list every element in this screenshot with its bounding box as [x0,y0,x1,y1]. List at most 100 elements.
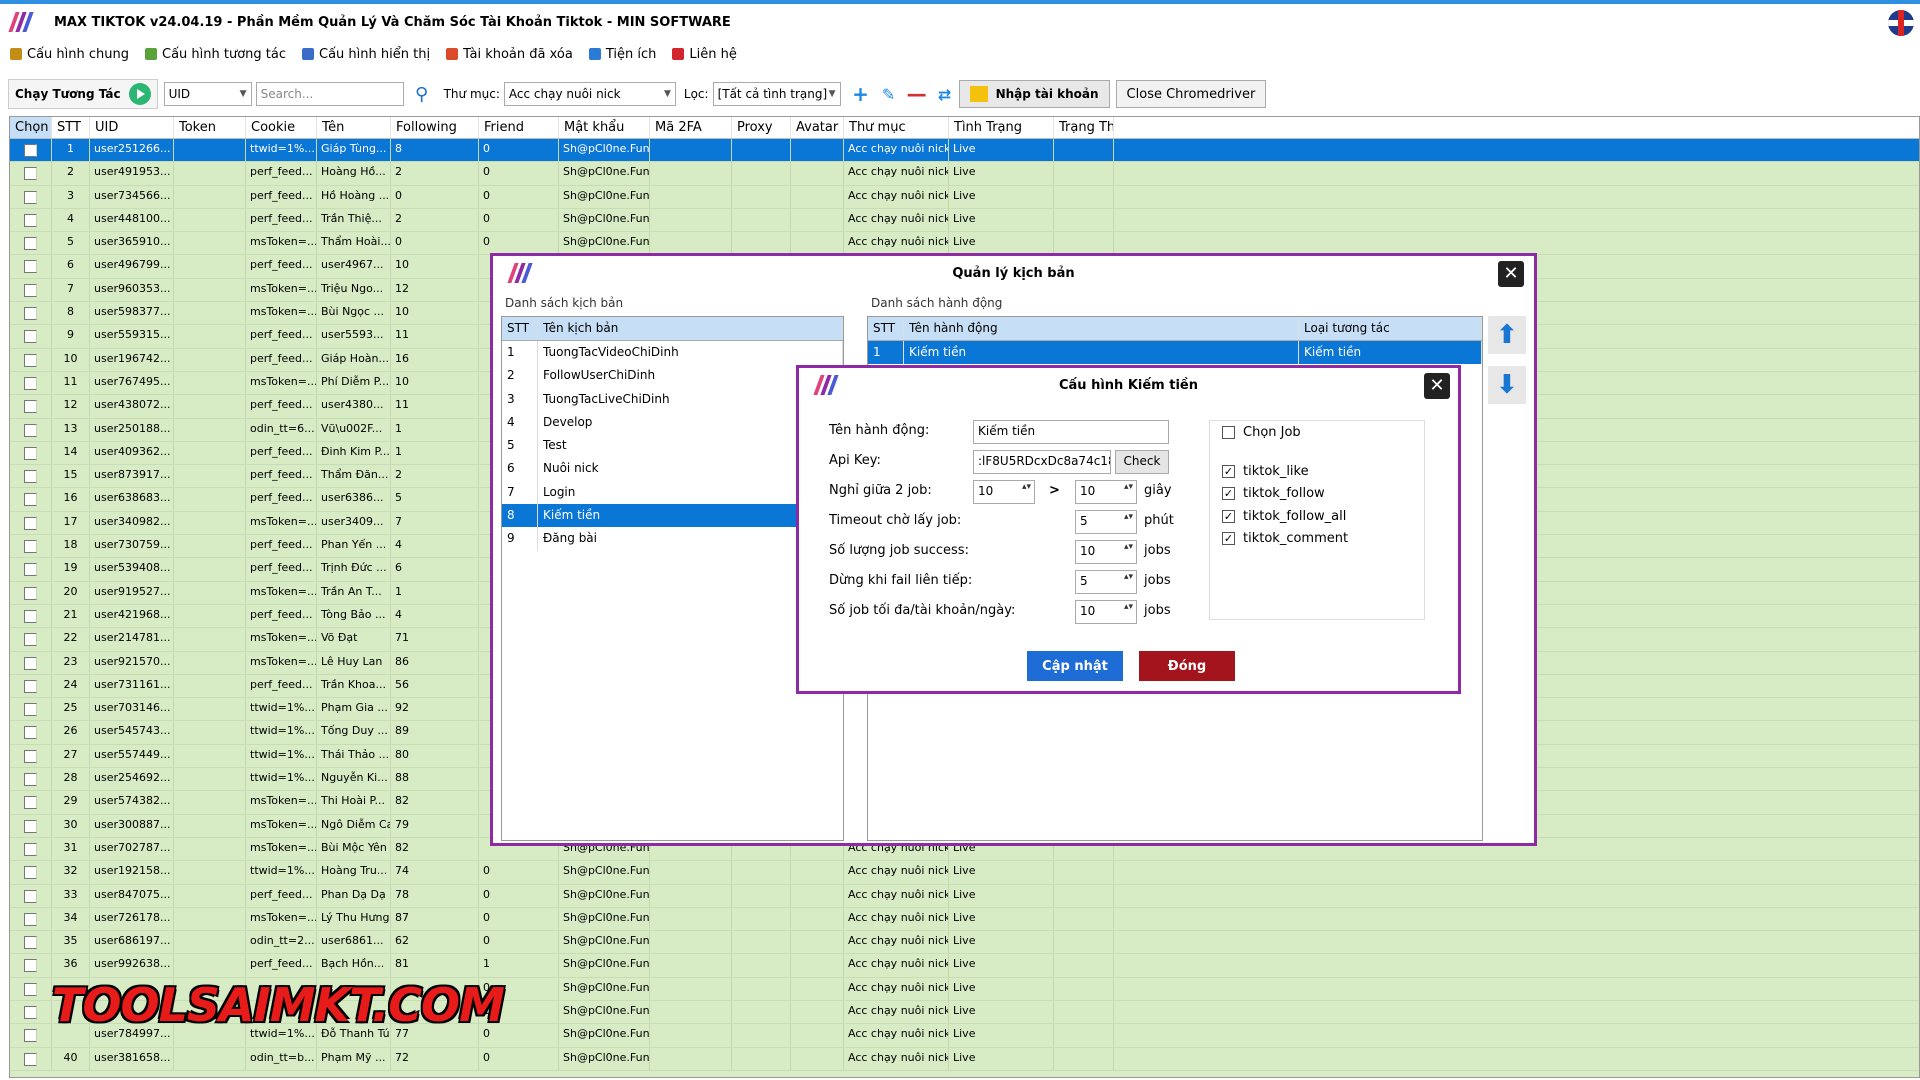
select-cell[interactable] [10,535,52,558]
table-row[interactable]: 40 user381658... odin_tt=b... Phạm Mỹ ... 72… [10,1047,1919,1071]
add-icon[interactable]: + [847,80,875,108]
select-cell[interactable] [10,744,52,768]
filter-select[interactable]: [Tất cả tình trạng] ▼ [712,82,841,106]
check-button[interactable]: Check [1115,450,1169,474]
checkbox-box[interactable]: ✓ [1222,509,1235,523]
update-button[interactable]: Cập nhật [1027,651,1123,681]
table-row[interactable]: 3 user734566... perf_feed... Hồ Hoàng ... 0 0… [10,185,1919,209]
column-header[interactable]: Tình Trạng [949,117,1054,138]
column-header[interactable]: Tên [317,117,391,138]
row-checkbox[interactable] [24,866,37,880]
row-checkbox[interactable] [24,330,37,344]
script-row[interactable]: 2 FollowUserChiDinh [502,364,843,388]
select-cell[interactable] [10,418,52,441]
select-cell[interactable] [10,558,52,581]
row-checkbox[interactable] [24,540,37,554]
select-cell[interactable] [10,768,52,791]
row-checkbox[interactable] [24,470,37,484]
select-cell[interactable] [10,814,52,837]
row-checkbox[interactable] [24,679,37,693]
script-row[interactable]: 7 Login [502,480,843,505]
row-checkbox[interactable] [24,982,37,996]
checkbox-box[interactable]: ✓ [1222,487,1235,500]
select-cell[interactable] [10,185,52,208]
script-row[interactable]: 1 TuongTacVideoChiDinh [502,341,843,365]
search-icon[interactable]: ⚲ [408,80,436,108]
column-header[interactable]: Avatar [791,117,844,138]
row-checkbox[interactable] [24,656,37,670]
menu-item-0[interactable]: Cấu hình chung [10,47,129,62]
select-cell[interactable] [10,162,52,185]
import-account-button[interactable]: Nhập tài khoản [958,80,1110,108]
job-checkbox[interactable]: ✓ tiktok_comment [1222,531,1348,546]
row-checkbox[interactable] [24,1029,37,1043]
select-cell[interactable] [10,698,52,721]
action-row[interactable]: 1 Kiếm tiền Kiếm tiền [868,341,1482,365]
script-row[interactable]: 4 Develop [502,410,843,435]
row-checkbox[interactable] [24,190,37,204]
menu-item-1[interactable]: Cấu hình tương tác [145,47,286,62]
column-header[interactable]: Chọn [10,117,52,138]
row-checkbox[interactable] [24,446,37,460]
field-select[interactable]: UID ▼ [163,82,252,106]
select-cell[interactable] [10,488,52,511]
select-cell[interactable] [10,604,52,628]
script-row[interactable]: 9 Đăng bài [502,527,843,551]
column-header[interactable]: Following [391,117,479,138]
fail-stepper[interactable]: 5 [1075,570,1137,594]
select-cell[interactable] [10,884,52,907]
row-checkbox[interactable] [24,307,37,321]
select-cell[interactable] [10,1024,52,1047]
close-chromedriver-button[interactable]: Close Chromedriver [1115,80,1267,108]
checkbox-box[interactable] [1222,426,1235,439]
select-cell[interactable] [10,837,52,861]
row-checkbox[interactable] [24,353,37,367]
select-cell[interactable] [10,628,52,651]
row-checkbox[interactable] [24,423,37,437]
select-cell[interactable] [10,208,52,232]
table-row[interactable]: 2 user491953... perf_feed... Hoàng Hồ... 2 0 S… [10,162,1919,186]
row-checkbox[interactable] [24,516,37,530]
column-header[interactable]: STT [52,117,90,138]
row-checkbox[interactable] [24,237,37,251]
row-checkbox[interactable] [24,144,37,157]
row-checkbox[interactable] [24,703,37,717]
table-row[interactable]: 34 user726178... msToken=... Lý Thu Hưng 87 0… [10,907,1919,932]
column-header[interactable]: Trạng Thái [1054,117,1114,138]
column-header[interactable]: UID [90,117,174,138]
row-checkbox[interactable] [24,796,37,810]
select-cell[interactable] [10,1047,52,1070]
folder-select[interactable]: Acc chạy nuôi nick ▼ [503,82,676,106]
table-row[interactable]: 35 user686197... odin_tt=2... user6861... 62… [10,931,1919,955]
column-header[interactable]: Mật khẩu [559,117,650,138]
remove-icon[interactable]: — [903,80,931,108]
select-cell[interactable] [10,791,52,814]
move-up-icon[interactable]: ⬆ [1488,316,1526,354]
row-checkbox[interactable] [24,819,37,833]
row-checkbox[interactable] [24,493,37,507]
row-checkbox[interactable] [24,260,37,274]
select-cell[interactable] [10,907,52,931]
menu-item-5[interactable]: Liên hệ [672,47,737,62]
script-row[interactable]: 3 TuongTacLiveChiDinh [502,387,843,411]
job-checkbox[interactable]: ✓ tiktok_like [1222,464,1309,479]
select-cell[interactable] [10,674,52,698]
select-cell[interactable] [10,721,52,744]
select-cell[interactable] [10,977,52,1000]
menu-item-2[interactable]: Cấu hình hiển thị [302,47,430,62]
select-cell[interactable] [10,302,52,325]
menu-item-4[interactable]: Tiện ích [588,47,656,62]
refresh-icon[interactable]: ⇄ [931,80,959,108]
rest-from-stepper[interactable]: 10 [973,480,1035,504]
close-button[interactable]: Đóng [1139,651,1235,681]
run-interaction-button[interactable]: Chạy Tương Tác [8,79,158,109]
table-row[interactable]: 1 user251266... ttwid=1%... Giáp Tùng... 8 0 S… [10,139,1919,163]
checkbox-box[interactable]: ✓ [1222,464,1235,478]
select-cell[interactable] [10,348,52,371]
row-checkbox[interactable] [24,283,37,297]
table-row[interactable]: 4 user448100... perf_feed... Trần Thiệ... 2 0… [10,208,1919,233]
table-row[interactable]: 36 user992638... perf_feed... Bạch Hồn... 81… [10,954,1919,978]
row-checkbox[interactable] [24,586,37,600]
column-header[interactable]: Token [174,117,246,138]
max-stepper[interactable]: 10 [1075,600,1137,624]
